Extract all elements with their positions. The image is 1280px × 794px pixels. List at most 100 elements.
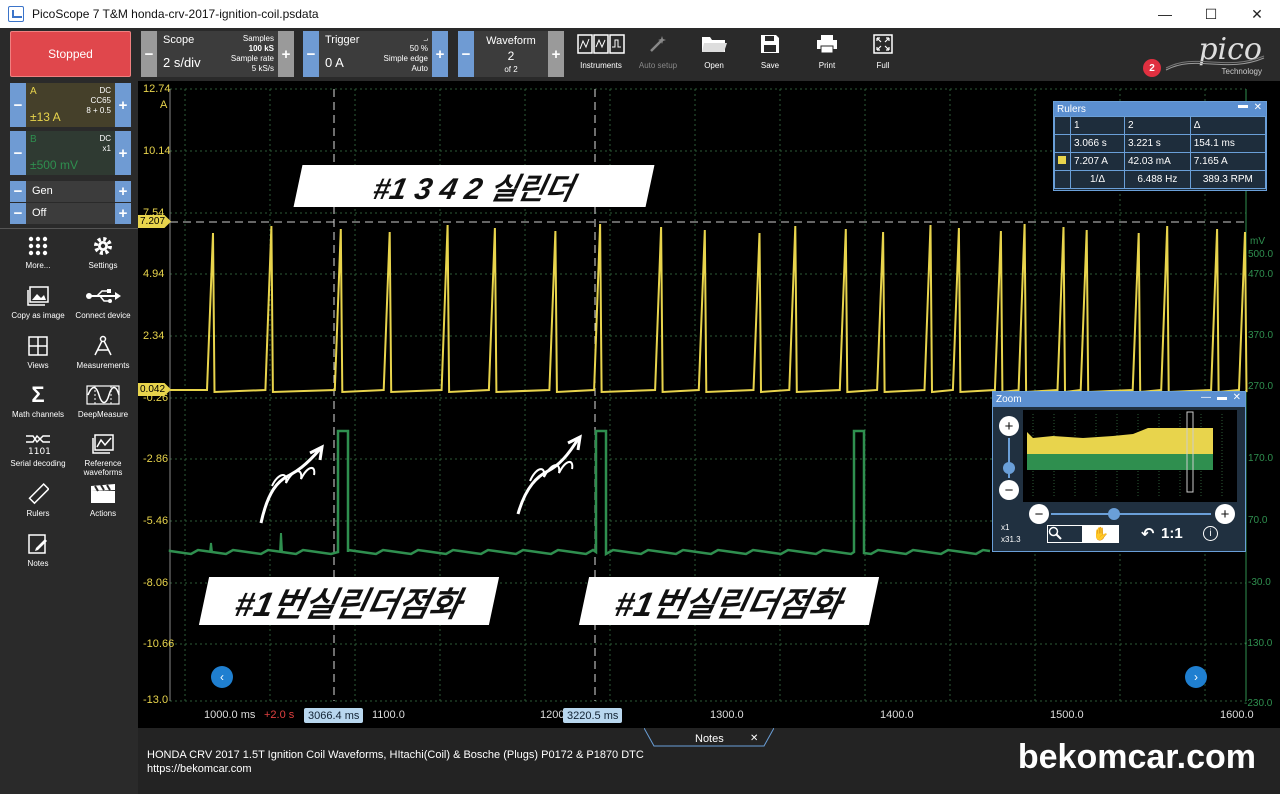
horizontal-zoom-thumb[interactable] <box>1108 508 1120 520</box>
scroll-left-button[interactable]: ‹ <box>211 666 233 688</box>
channel-b-trace <box>168 429 991 557</box>
tool-serial-decoding[interactable]: 1101 Serial decoding <box>7 431 69 468</box>
tool-connect-device[interactable]: Connect device <box>72 283 134 320</box>
divider <box>0 228 138 229</box>
undo-zoom-icon[interactable]: ↶ <box>1141 524 1154 544</box>
channel-a-decrease-button[interactable]: − <box>10 83 26 127</box>
zoom-maximize-icon[interactable]: ▬ <box>1217 392 1227 403</box>
channel-b-range[interactable]: ±500 mV <box>30 158 78 172</box>
fullscreen-button[interactable]: Full <box>855 31 911 77</box>
vertical-zoom-thumb[interactable] <box>1003 462 1015 474</box>
open-button[interactable]: Open <box>686 31 742 77</box>
x-tick-1500: 1500.0 <box>1050 709 1084 721</box>
zoom-close-icon[interactable]: ✕ <box>1233 392 1241 403</box>
waveform-next-button[interactable]: + <box>548 31 564 77</box>
trigger-type: Simple edge <box>383 54 428 63</box>
off-increase-button[interactable]: + <box>115 203 131 224</box>
autosetup-button[interactable]: Auto setup <box>630 31 686 77</box>
zoom-minimize-icon[interactable]: — <box>1201 392 1211 403</box>
gen-decrease-button[interactable]: − <box>10 181 26 202</box>
rulers-window[interactable]: Rulers ▬ ✕ 1 2 Δ 3.066 s 3.221 s 154.1 m… <box>1053 100 1267 191</box>
scope-view[interactable]: 12.74 A 10.14 7.54 4.94 2.34 -0.26 -2.86… <box>138 81 1280 728</box>
x-tick-1400: 1400.0 <box>880 709 914 721</box>
zoom-reset-button[interactable]: 1:1 <box>1161 525 1183 542</box>
pan-tool-button[interactable]: ✋ <box>1083 525 1119 543</box>
sample-rate-label: Sample rate <box>230 54 274 63</box>
info-icon[interactable]: i <box>1203 526 1218 541</box>
notes-line-2: https://bekomcar.com <box>147 763 252 775</box>
tool-measurements[interactable]: Measurements <box>72 333 134 370</box>
y-tick-4-94: 4.94 <box>143 268 165 280</box>
off-decrease-button[interactable]: − <box>10 203 26 224</box>
minimize-button[interactable]: — <box>1142 0 1188 28</box>
tool-notes[interactable]: Notes <box>7 531 69 568</box>
trigger-decrease-button[interactable]: − <box>303 31 319 77</box>
ruler-1-label[interactable]: 3066.4 ms <box>304 708 364 723</box>
right-tick-170: 170.0 <box>1248 453 1274 464</box>
tool-rulers[interactable]: Rulers <box>7 481 69 518</box>
instruments-label: Instruments <box>580 61 622 70</box>
channel-b-decrease-button[interactable]: − <box>10 131 26 175</box>
y-tick-neg-13: -13.0 <box>143 694 169 706</box>
maximize-button[interactable]: ☐ <box>1188 0 1234 28</box>
channel-a-offset-marker[interactable]: 0.042 <box>138 383 172 396</box>
trigger-increase-button[interactable]: + <box>432 31 448 77</box>
save-button[interactable]: Save <box>742 31 798 77</box>
y-tick-10-14: 10.14 <box>143 145 171 157</box>
zoom-overview[interactable] <box>1023 410 1237 502</box>
tool-copy-image[interactable]: Copy as image <box>7 283 69 320</box>
print-button[interactable]: Print <box>799 31 855 77</box>
horizontal-zoom-track[interactable] <box>1051 513 1211 515</box>
tool-math-channels[interactable]: Σ Math channels <box>7 382 69 419</box>
rulers-close-icon[interactable]: ✕ <box>1254 102 1262 113</box>
tool-reference-waveforms[interactable]: Reference waveforms <box>72 431 134 477</box>
rulers-minimize-icon[interactable]: ▬ <box>1238 100 1248 111</box>
views-icon <box>7 333 69 359</box>
zoom-in-vertical-button[interactable]: + <box>999 416 1019 436</box>
scope-increase-button[interactable]: + <box>278 31 294 77</box>
trigger-value[interactable]: 0 A <box>325 55 344 70</box>
y-tick-neg-10-66: -10.66 <box>143 638 175 650</box>
notes-tab[interactable]: Notes ✕ <box>652 730 766 746</box>
channel-a-coupling: DC <box>99 86 111 95</box>
channel-b-increase-button[interactable]: + <box>115 131 131 175</box>
zoom-out-vertical-button[interactable]: − <box>999 480 1019 500</box>
channel-a-name: A <box>30 86 37 97</box>
channel-a-ruler-marker[interactable]: 7.207 <box>138 215 172 228</box>
scroll-right-button[interactable]: › <box>1185 666 1207 688</box>
notes-close-icon[interactable]: ✕ <box>750 733 758 744</box>
channel-b-name: B <box>30 134 37 145</box>
zoom-in-horizontal-button[interactable]: + <box>1215 504 1235 524</box>
off-label[interactable]: Off <box>26 203 115 224</box>
zoom-window[interactable]: Zoom — ▬ ✕ + − − + x1 x31.3 ✋ ↶ 1:1 i <box>992 391 1246 552</box>
generator-control: − Gen + <box>10 181 131 202</box>
pico-logo: pico Technology <box>1156 32 1266 78</box>
gear-icon <box>72 233 134 259</box>
zoom-channel-a-envelope <box>1027 428 1213 454</box>
stopped-button[interactable]: Stopped <box>10 31 131 77</box>
rising-edge-icon: ⨼ <box>423 34 428 43</box>
channel-a-increase-button[interactable]: + <box>115 83 131 127</box>
close-button[interactable]: ✕ <box>1234 0 1280 28</box>
scope-decrease-button[interactable]: − <box>141 31 157 77</box>
tool-settings[interactable]: Settings <box>72 233 134 270</box>
notification-badge[interactable]: 2 <box>1143 59 1161 77</box>
gen-increase-button[interactable]: + <box>115 181 131 202</box>
tool-deepmeasure[interactable]: DeepMeasure <box>72 382 134 419</box>
rulers-table: 1 2 Δ 3.066 s 3.221 s 154.1 ms 7.207 A 4… <box>1054 116 1267 189</box>
zoom-out-horizontal-button[interactable]: − <box>1029 504 1049 524</box>
sigma-icon: Σ <box>31 382 45 407</box>
ruler-2-label[interactable]: 3220.5 ms <box>563 708 623 723</box>
printer-icon <box>799 31 855 57</box>
instruments-button[interactable]: Instruments <box>573 31 629 77</box>
tool-actions[interactable]: Actions <box>72 481 134 518</box>
scope-label: Scope <box>163 34 195 46</box>
timebase-value[interactable]: 2 s/div <box>163 55 201 70</box>
scope-control: − Scope 2 s/div Samples 100 kS Sample ra… <box>141 31 294 77</box>
tool-views[interactable]: Views <box>7 333 69 370</box>
tool-more[interactable]: More... <box>7 233 69 270</box>
gen-label[interactable]: Gen <box>26 181 115 202</box>
channel-a-range[interactable]: ±13 A <box>30 110 61 124</box>
waveform-prev-button[interactable]: − <box>458 31 474 77</box>
magnifier-tool-button[interactable] <box>1047 525 1083 543</box>
